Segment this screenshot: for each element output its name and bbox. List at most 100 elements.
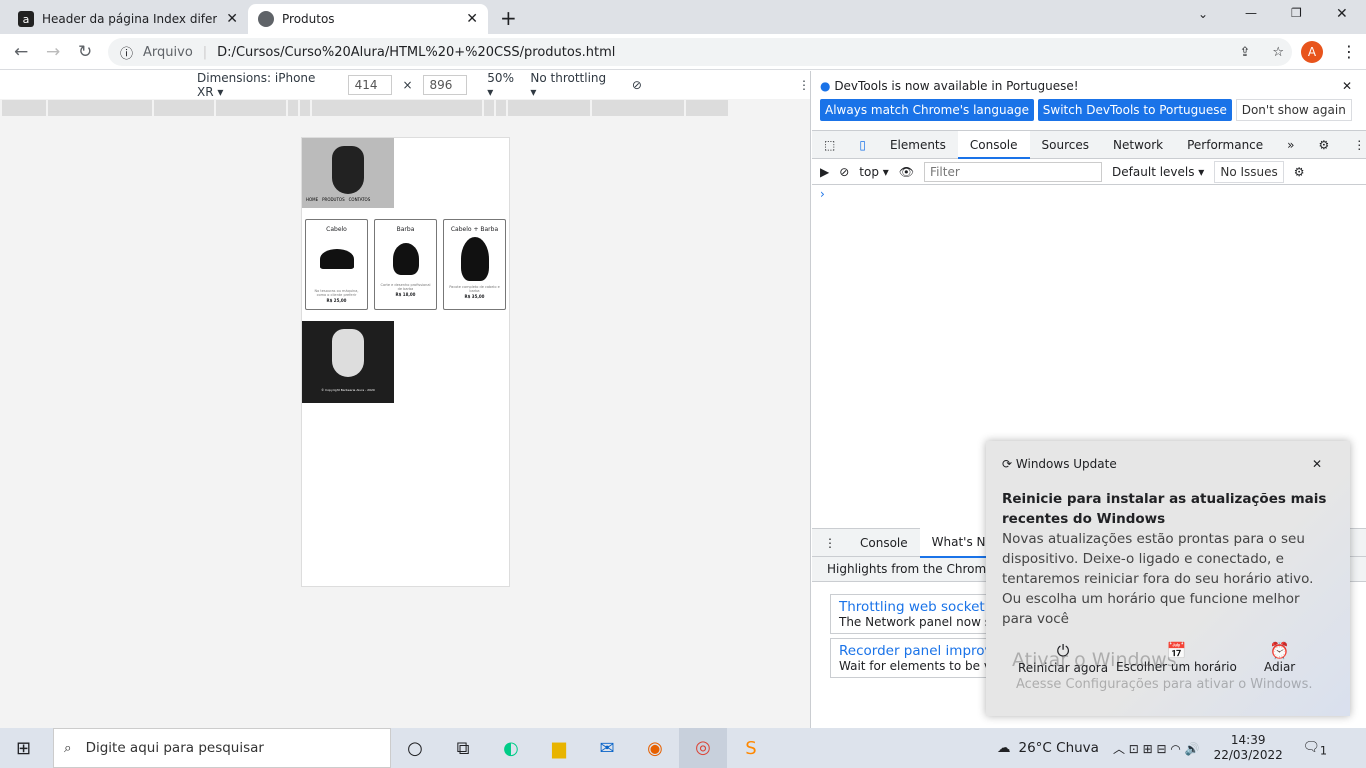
sublime-icon[interactable]: S <box>727 738 775 759</box>
console-settings-icon[interactable]: ⚙ <box>1294 165 1305 179</box>
restore-icon[interactable]: ❐ <box>1291 6 1302 20</box>
device-select[interactable]: Dimensions: iPhone XR ▾ <box>197 71 332 99</box>
nav-home[interactable]: HOME <box>306 197 318 202</box>
drawer-menu-icon[interactable]: ⋮ <box>812 529 848 557</box>
switch-language-button[interactable]: Switch DevTools to Portuguese <box>1037 99 1232 121</box>
weather-icon: ☁ <box>997 740 1011 756</box>
more-options-icon[interactable]: ⋮ <box>798 78 810 92</box>
bookmark-star-icon[interactable]: ☆ <box>1272 45 1284 60</box>
info-icon: ⓘ <box>120 46 134 62</box>
filter-input[interactable]: Filter <box>924 161 1103 182</box>
chrome-icon[interactable]: ◎ <box>679 728 727 768</box>
sidebar-toggle-icon[interactable]: ▶ <box>820 165 829 179</box>
context-select[interactable]: top ▾ <box>859 165 889 179</box>
tab-performance[interactable]: Performance <box>1175 131 1275 159</box>
minimize-icon[interactable]: — <box>1245 6 1257 20</box>
tab-strip: aHeader da página Index difere da✕ Produ… <box>0 0 1366 34</box>
update-icon: ⟳ <box>1002 457 1013 471</box>
nav-contatos[interactable]: CONTATOS <box>349 197 371 202</box>
close-tab-icon[interactable]: ✕ <box>226 11 238 27</box>
throttling-select[interactable]: No throttling ▾ <box>530 71 608 99</box>
rotate-icon[interactable]: ⊘ <box>632 78 642 92</box>
hair-image <box>319 249 354 269</box>
restart-now-button[interactable]: ⏻ Reiniciar agora <box>1018 641 1108 675</box>
media-query-bar[interactable] <box>2 100 808 116</box>
cortana-icon[interactable]: ○ <box>391 738 439 759</box>
more-icon[interactable]: ⋮ <box>1341 131 1366 159</box>
weather-text[interactable]: 26°C Chuva <box>1019 740 1099 756</box>
devtools-tabs: ⬚ ▯ Elements Console Sources Network Performa… <box>812 130 1366 159</box>
task-view-icon[interactable]: ⧉ <box>439 738 487 759</box>
close-tab-icon[interactable]: ✕ <box>466 11 478 27</box>
menu-icon[interactable]: ⋮ <box>1341 42 1357 61</box>
snooze-button[interactable]: ⏰ Adiar <box>1264 641 1295 674</box>
zoom-select[interactable]: 50% ▾ <box>487 71 520 99</box>
alura-logo <box>332 146 364 194</box>
issues-button[interactable]: No Issues <box>1214 160 1284 183</box>
dont-show-button[interactable]: Don't show again <box>1235 99 1352 121</box>
nav-produtos[interactable]: PRODUTOS <box>322 197 344 202</box>
tab-search-icon[interactable]: ⌄ <box>1198 7 1208 21</box>
console-prompt[interactable]: › <box>812 185 1366 203</box>
beard-image <box>392 243 419 275</box>
power-icon: ⏻ <box>1056 641 1070 660</box>
product-card: Cabelo + Barba Pacote completo de cabelo … <box>443 219 506 310</box>
profile-avatar[interactable]: A <box>1301 41 1323 63</box>
match-language-button[interactable]: Always match Chrome's language <box>820 99 1034 121</box>
tab-header-index[interactable]: aHeader da página Index difere da✕ <box>8 4 248 34</box>
firefox-icon[interactable]: ◉ <box>631 738 679 759</box>
page-viewport: Dimensions: iPhone XR ▾ 414 × 896 50% ▾ … <box>0 71 811 728</box>
taskbar-search[interactable]: ⌕ Digite aqui para pesquisar <box>53 728 391 768</box>
address-bar: ← → ↻ ⓘ Arquivo | D:/Cursos/Curso%20Alura/H… <box>0 34 1366 70</box>
close-window-icon[interactable]: ✕ <box>1336 6 1348 22</box>
product-card: Barba Corte e desenho profissional de bar… <box>374 219 437 310</box>
device-toolbar: Dimensions: iPhone XR ▾ 414 × 896 50% ▾ … <box>0 71 810 99</box>
tab-sources[interactable]: Sources <box>1030 131 1101 159</box>
levels-select[interactable]: Default levels ▾ <box>1112 165 1204 179</box>
url-input[interactable]: ⓘ Arquivo | D:/Cursos/Curso%20Alura/HTML%20… <box>108 38 1292 66</box>
close-infobar-icon[interactable]: ✕ <box>1342 79 1352 93</box>
back-icon[interactable]: ← <box>14 42 28 62</box>
tab-produtos[interactable]: Produtos ✕ <box>248 4 488 34</box>
eye-icon[interactable]: 👁 <box>899 165 914 179</box>
tab-network[interactable]: Network <box>1101 131 1175 159</box>
mail-icon[interactable]: ✉ <box>583 738 631 759</box>
width-input[interactable]: 414 <box>347 75 393 95</box>
info-icon: ● <box>820 79 831 93</box>
device-toggle-icon[interactable]: ▯ <box>847 131 878 159</box>
alura-favicon-icon: a <box>18 11 34 27</box>
clock[interactable]: 14:39 22/03/2022 <box>1214 733 1283 763</box>
edge-icon[interactable]: ◐ <box>487 738 535 759</box>
height-input[interactable]: 896 <box>422 75 468 95</box>
tab-console[interactable]: Console <box>957 130 1030 159</box>
windows-update-notification: ⟳ Windows Update ✕ Reinicie para instalar… <box>986 441 1350 716</box>
product-card: Cabelo No tesouras ou máquina, como o cli… <box>305 219 368 310</box>
alarm-icon: ⏰ <box>1269 641 1290 660</box>
start-icon[interactable]: ⊞ <box>16 738 31 759</box>
new-tab-icon[interactable]: + <box>500 6 517 30</box>
share-icon[interactable]: ⇪ <box>1239 45 1250 60</box>
globe-icon <box>258 11 274 27</box>
inspect-icon[interactable]: ⬚ <box>812 131 847 159</box>
clear-console-icon[interactable]: ⊘ <box>839 165 849 179</box>
close-toast-icon[interactable]: ✕ <box>1312 457 1322 471</box>
tab-elements[interactable]: Elements <box>878 131 958 159</box>
file-explorer-icon[interactable]: ▆ <box>535 738 583 759</box>
calendar-clock-icon: 📅 <box>1166 641 1187 660</box>
site-footer: © Copyright Barbearia Alura - 2020 <box>302 321 394 403</box>
console-toolbar: ▶ ⊘ top ▾ 👁 Filter Default levels ▾ No Iss… <box>812 159 1366 185</box>
schedule-button[interactable]: 📅 Escolher um horário <box>1116 641 1237 674</box>
taskbar: ⊞ ⌕ Digite aqui para pesquisar ○ ⧉ ◐ ▆ ✉ … <box>0 728 1366 768</box>
hair-beard-image <box>460 237 489 281</box>
reload-icon[interactable]: ↻ <box>78 42 92 62</box>
settings-icon[interactable]: ⚙ <box>1307 131 1342 159</box>
more-tabs[interactable]: » <box>1275 131 1306 159</box>
alura-logo <box>332 329 364 377</box>
forward-icon[interactable]: → <box>46 42 60 62</box>
site-header: HOME PRODUTOS CONTATOS <box>302 138 394 208</box>
language-infobar: ● DevTools is now available in Portugues… <box>812 71 1366 131</box>
mobile-page: HOME PRODUTOS CONTATOS Cabelo No tesouras o… <box>301 137 510 587</box>
tray-icons[interactable]: ︿ ⊡ ⊞ ⊟ ◠ 🔊 <box>1113 740 1200 757</box>
drawer-tab-console[interactable]: Console <box>848 529 920 557</box>
notifications-icon[interactable]: 🗨1 <box>1303 739 1327 758</box>
